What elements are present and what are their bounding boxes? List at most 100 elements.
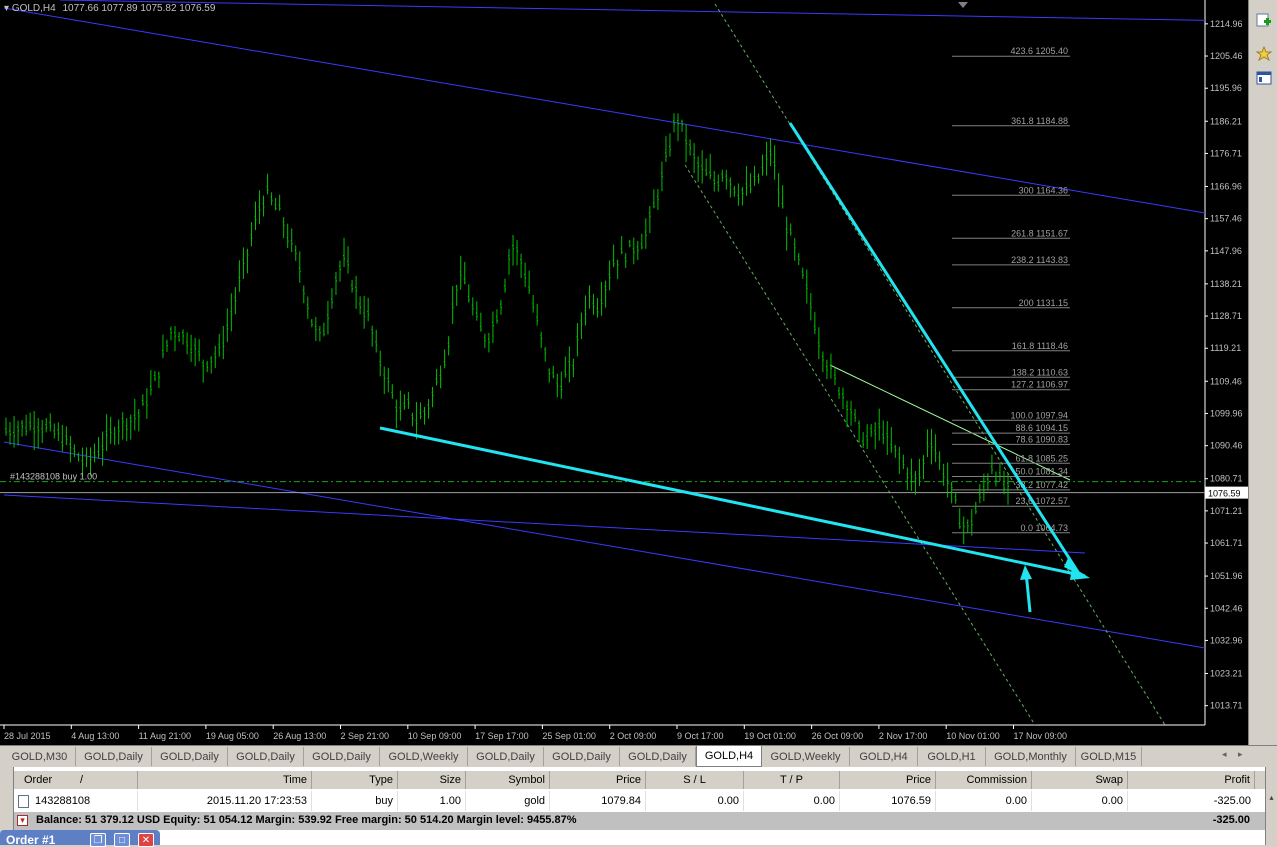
time-tick-label: 17 Nov 09:00	[1014, 731, 1068, 741]
tab-gold-m30[interactable]: GOLD,M30	[4, 747, 76, 766]
price-tick-label: 1032.96	[1210, 635, 1243, 645]
time-tick-label: 2 Nov 17:00	[879, 731, 928, 741]
pitchfork-line-a	[714, 3, 1166, 726]
price-tick-label: 1138.21	[1210, 279, 1242, 289]
col-header-sort[interactable]: /	[70, 771, 138, 789]
price-tick-label: 1119.21	[1210, 343, 1241, 353]
tab-gold-monthly[interactable]: GOLD,Monthly	[986, 747, 1076, 766]
favorites-star-icon[interactable]	[1254, 44, 1274, 64]
order-time: 2015.11.20 17:23:53	[138, 791, 312, 811]
col-header-profit[interactable]: Profit	[1128, 771, 1255, 789]
tab-gold-daily[interactable]: GOLD,Daily	[620, 747, 696, 766]
chart-tabs: GOLD,M30 GOLD,Daily GOLD,Daily GOLD,Daily GO…	[0, 745, 1277, 767]
tab-gold-h4[interactable]: GOLD,H4	[850, 747, 918, 766]
fib-level-label: 423.6 1205.40	[1010, 46, 1068, 56]
price-tick-label: 1023.21	[1210, 668, 1243, 678]
balance-total-profit: -325.00	[1212, 814, 1250, 826]
time-tick-label: 26 Aug 13:00	[273, 731, 326, 741]
col-header-t-p[interactable]: T / P	[744, 771, 840, 789]
price-tick-label: 1090.46	[1210, 441, 1243, 451]
chart-symbol-timeframe: GOLD,H4	[11, 3, 56, 14]
order-profit: -325.00	[1213, 795, 1251, 807]
price-tick-label: 1071.21	[1210, 506, 1243, 516]
fib-level-label: 300 1164.36	[1019, 185, 1068, 195]
fib-level-label: 138.2 1110.63	[1012, 367, 1068, 377]
tab-gold-daily[interactable]: GOLD,Daily	[544, 747, 620, 766]
col-header-swap[interactable]: Swap	[1032, 771, 1128, 789]
price-tick-label: 1013.71	[1210, 701, 1243, 711]
col-header-commission[interactable]: Commission	[936, 771, 1032, 789]
tab-gold-daily[interactable]: GOLD,Daily	[228, 747, 304, 766]
time-tick-label: 25 Sep 01:00	[542, 731, 596, 741]
price-tick-label: 1214.96	[1210, 19, 1243, 29]
order-size: 1.00	[398, 791, 466, 811]
price-tick-label: 1166.96	[1210, 181, 1242, 191]
order-doc-icon	[18, 794, 29, 808]
chart-canvas[interactable]: 1214.96 1205.46 1195.96 1186.21 1176.71 1166.…	[0, 0, 1248, 745]
current-price-label: 1076.59	[1208, 489, 1241, 499]
balance-row: ▾ Balance: 51 379.12 USD Equity: 51 054.…	[14, 812, 1265, 830]
price-tick-label: 1061.71	[1210, 538, 1243, 548]
price-tick-label: 1147.96	[1210, 246, 1242, 256]
col-header-time[interactable]: Time	[138, 771, 312, 789]
order-swap: 0.00	[1032, 791, 1128, 811]
balance-summary: Balance: 51 379.12 USD Equity: 51 054.12…	[36, 814, 577, 826]
scroll-up-icon[interactable]: ▴	[1267, 793, 1276, 803]
time-tick-label: 28 Jul 2015	[4, 731, 51, 741]
fib-level-label: 238.2 1143.83	[1011, 255, 1068, 265]
price-tick-label: 1109.46	[1210, 376, 1242, 386]
tabs-scroll-right-icon[interactable]: ▸	[1238, 749, 1243, 760]
time-tick-label: 19 Oct 01:00	[744, 731, 796, 741]
col-header-price[interactable]: Price	[840, 771, 936, 789]
price-chart[interactable]: 1214.96 1205.46 1195.96 1186.21 1176.71 1166.…	[0, 0, 1248, 745]
tab-gold-daily[interactable]: GOLD,Daily	[304, 747, 380, 766]
col-header-size[interactable]: Size	[398, 771, 466, 789]
order-window[interactable]: Order #1 ❐ □ ✕	[0, 830, 160, 847]
price-tick-label: 1157.46	[1210, 214, 1242, 224]
tab-gold-daily[interactable]: GOLD,Daily	[76, 747, 152, 766]
fib-level-label: 23.6 1072.57	[1015, 496, 1068, 506]
order-type: buy	[312, 791, 398, 811]
tab-gold-daily[interactable]: GOLD,Daily	[468, 747, 544, 766]
tab-gold-h1[interactable]: GOLD,H1	[918, 747, 986, 766]
tab-gold-m15[interactable]: GOLD,M15	[1076, 747, 1142, 766]
balance-arrow-icon: ▾	[17, 815, 28, 826]
right-toolbar	[1248, 0, 1277, 745]
tab-gold-weekly[interactable]: GOLD,Weekly	[380, 747, 468, 766]
order-ticket-cell[interactable]: 143288108	[14, 791, 138, 811]
col-header-price[interactable]: Price	[550, 771, 646, 789]
chart-ohlc: 1077.66 1077.89 1075.82 1076.59	[62, 3, 216, 14]
tabs-scroll-left-icon[interactable]: ◂	[1222, 749, 1227, 760]
channel-line-support	[3, 494, 1086, 554]
order-tp: 0.00	[744, 791, 840, 811]
order-open-price: 1079.84	[550, 791, 646, 811]
up-arrow-head	[1020, 565, 1032, 580]
time-tick-label: 10 Sep 09:00	[408, 731, 462, 741]
col-header-symbol[interactable]: Symbol	[466, 771, 550, 789]
new-order-icon[interactable]	[1254, 10, 1274, 30]
order-commission: 0.00	[936, 791, 1032, 811]
col-header-type[interactable]: Type	[312, 771, 398, 789]
channel-line-top	[59, 0, 1206, 21]
col-header-s-l[interactable]: S / L	[646, 771, 744, 789]
order-line-label: #143288108 buy 1.00	[10, 472, 97, 482]
fib-level-label: 361.8 1184.88	[1011, 116, 1068, 126]
time-tick-label: 9 Oct 17:00	[677, 731, 724, 741]
pitchfork-line-b	[684, 164, 1036, 726]
order-sl: 0.00	[646, 791, 744, 811]
order-symbol: gold	[466, 791, 550, 811]
navigator-icon[interactable]	[1254, 68, 1274, 88]
fib-level-label: 161.8 1118.46	[1012, 341, 1068, 351]
fib-level-label: 88.6 1094.15	[1015, 423, 1068, 433]
time-tick-label: 2 Oct 09:00	[610, 731, 657, 741]
time-tick-label: 19 Aug 05:00	[206, 731, 259, 741]
fib-level-label: 0.0 1064.73	[1020, 523, 1068, 533]
price-tick-label: 1186.21	[1210, 116, 1242, 126]
tab-gold-daily[interactable]: GOLD,Daily	[152, 747, 228, 766]
time-tick-label: 26 Oct 09:00	[812, 731, 864, 741]
tab-gold-weekly[interactable]: GOLD,Weekly	[762, 747, 850, 766]
terminal-panel: Order / Time Type Size Symbol Price S / LT / PP…	[0, 767, 1277, 845]
terminal-scrollbar[interactable]: ▴	[1265, 767, 1277, 845]
tab-gold-h4[interactable]: GOLD,H4	[696, 746, 762, 767]
order-row[interactable]: 143288108 2015.11.20 17:23:53 buy 1.00 g…	[14, 791, 1265, 811]
